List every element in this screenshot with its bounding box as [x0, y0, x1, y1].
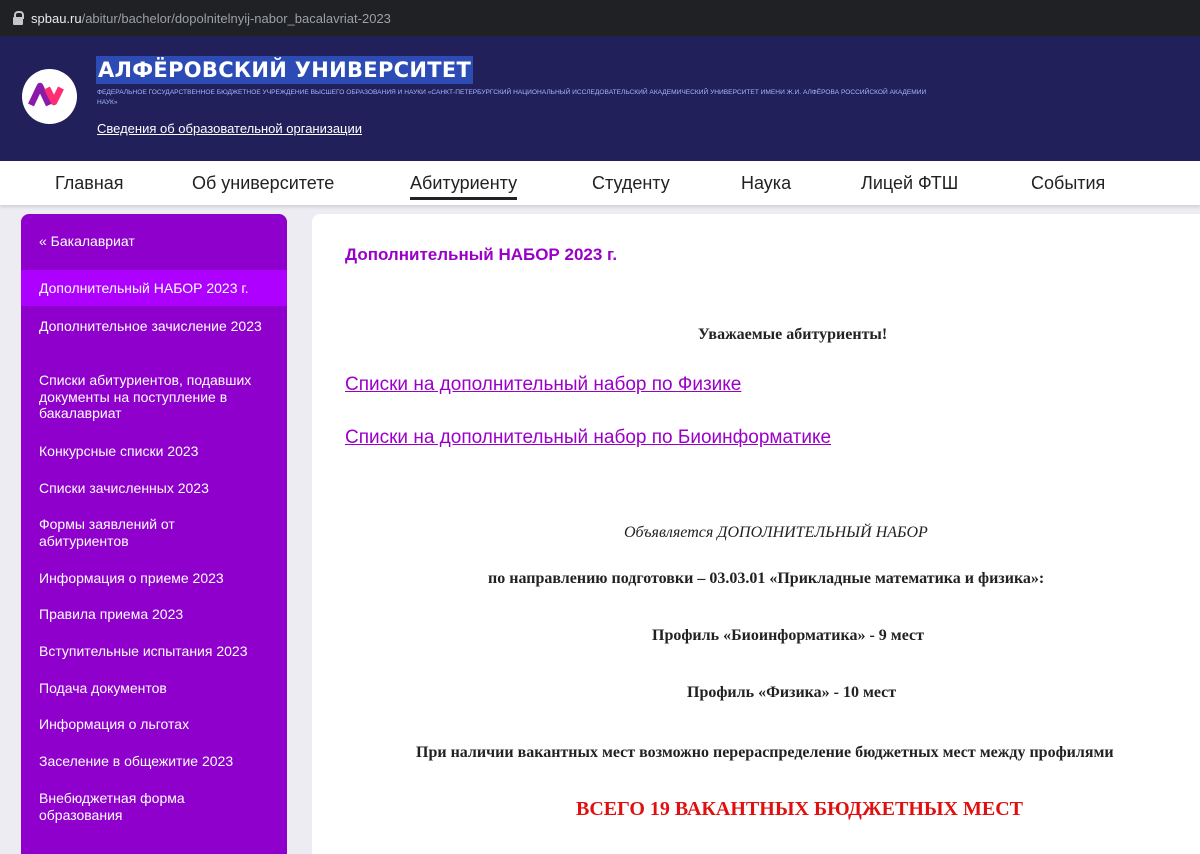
sidebar-item-label: Информация о приеме 2023 — [39, 570, 224, 586]
profile-bioinformatics-text: Профиль «Биоинформатика» - 9 мест — [652, 627, 924, 644]
greeting-text: Уважаемые абитуриенты! — [698, 326, 888, 343]
sidebar: « Бакалавриат Дополнительный НАБОР 2023 … — [21, 214, 287, 854]
bioinformatics-lists-link[interactable]: Списки на дополнительный набор по Биоинф… — [345, 427, 831, 449]
site-title[interactable]: АЛФЁРОВСКИЙ УНИВЕРСИТЕТ — [96, 56, 474, 84]
nav-item-students[interactable]: Студенту — [592, 161, 670, 205]
nav-item-home[interactable]: Главная — [55, 161, 124, 205]
nav-item-events[interactable]: События — [1031, 161, 1105, 205]
sidebar-item-competition-lists[interactable]: Конкурсные списки 2023 — [21, 443, 287, 460]
nav-item-lyceum[interactable]: Лицей ФТШ — [861, 161, 958, 205]
av-logo-icon — [28, 82, 64, 107]
sidebar-item-entrance-exams[interactable]: Вступительные испытания 2023 — [21, 643, 287, 660]
sidebar-item-label: Информация о льготах — [39, 716, 190, 732]
lock-icon[interactable] — [13, 11, 24, 25]
nav-item-science[interactable]: Наука — [741, 161, 791, 205]
sidebar-item-label: Дополнительное зачисление 2023 — [39, 318, 262, 334]
main-nav: Главная Об университете Абитуриенту Студ… — [0, 161, 1200, 205]
sidebar-item-label: Формы заявлений от абитуриентов — [39, 516, 175, 549]
sidebar-item-document-submission[interactable]: Подача документов — [21, 680, 287, 697]
url-text[interactable]: spbau.ru/abitur/bachelor/dopolnitelnyij-… — [31, 11, 391, 26]
sidebar-item-paid-education[interactable]: Внебюджетная форма образования — [21, 790, 287, 823]
page-title: Дополнительный НАБОР 2023 г. — [345, 245, 618, 264]
sidebar-item-additional-enrollment-2023[interactable]: Дополнительный НАБОР 2023 г. — [21, 270, 287, 306]
sidebar-item-admission-rules[interactable]: Правила приема 2023 — [21, 606, 287, 623]
browser-address-bar[interactable]: spbau.ru/abitur/bachelor/dopolnitelnyij-… — [0, 0, 1200, 36]
sidebar-item-enrolled-lists[interactable]: Списки зачисленных 2023 — [21, 480, 287, 497]
sidebar-item-label: Списки зачисленных 2023 — [39, 480, 209, 496]
sidebar-item-label: Дополнительный НАБОР 2023 г. — [39, 280, 249, 296]
profile-physics-text: Профиль «Физика» - 10 мест — [687, 684, 897, 701]
url-path: /abitur/bachelor/dopolnitelnyij-nabor_ba… — [81, 10, 391, 26]
physics-lists-link[interactable]: Списки на дополнительный набор по Физике — [345, 374, 741, 396]
sidebar-item-label: Заселение в общежитие 2023 — [39, 753, 234, 769]
university-logo[interactable] — [22, 69, 77, 124]
org-info-link[interactable]: Сведения об образовательной организации — [97, 121, 362, 136]
sidebar-item-applicant-lists[interactable]: Списки абитуриентов, подавших документы … — [21, 372, 287, 422]
sidebar-item-dormitory[interactable]: Заселение в общежитие 2023 — [21, 753, 287, 770]
sidebar-item-label: Списки абитуриентов, подавших документы … — [39, 372, 252, 421]
sidebar-item-admission-info[interactable]: Информация о приеме 2023 — [21, 570, 287, 587]
url-host: spbau.ru — [31, 10, 82, 26]
nav-item-applicants[interactable]: Абитуриенту — [410, 161, 518, 205]
sidebar-item-label: Подача документов — [39, 680, 167, 696]
sidebar-item-label: Правила приема 2023 — [39, 606, 184, 622]
nav-item-about[interactable]: Об университете — [192, 161, 334, 205]
announcement-text: Объявляется ДОПОЛНИТЕЛЬНЫЙ НАБОР — [624, 524, 928, 541]
sidebar-item-application-forms[interactable]: Формы заявлений от абитуриентов — [21, 516, 287, 549]
main-content: Дополнительный НАБОР 2023 г. Уважаемые а… — [312, 214, 1200, 854]
sidebar-item-label: Вступительные испытания 2023 — [39, 643, 248, 659]
sidebar-item-label: Конкурсные списки 2023 — [39, 443, 199, 459]
sidebar-item-additional-admission[interactable]: Дополнительное зачисление 2023 — [21, 318, 287, 335]
org-full-name: ФЕДЕРАЛЬНОЕ ГОСУДАРСТВЕННОЕ БЮДЖЕТНОЕ УЧ… — [97, 89, 927, 106]
total-vacancies-text: ВСЕГО 19 ВАКАНТНЫХ БЮДЖЕТНЫХ МЕСТ — [576, 798, 1024, 820]
reallocation-text: При наличии вакантных мест возможно пере… — [416, 744, 1114, 761]
sidebar-item-benefits-info[interactable]: Информация о льготах — [21, 716, 287, 733]
sidebar-back-link[interactable]: « Бакалавриат — [39, 233, 135, 249]
sidebar-item-label: Внебюджетная форма образования — [39, 790, 185, 823]
direction-text: по направлению подготовки – 03.03.01 «Пр… — [488, 570, 1045, 587]
